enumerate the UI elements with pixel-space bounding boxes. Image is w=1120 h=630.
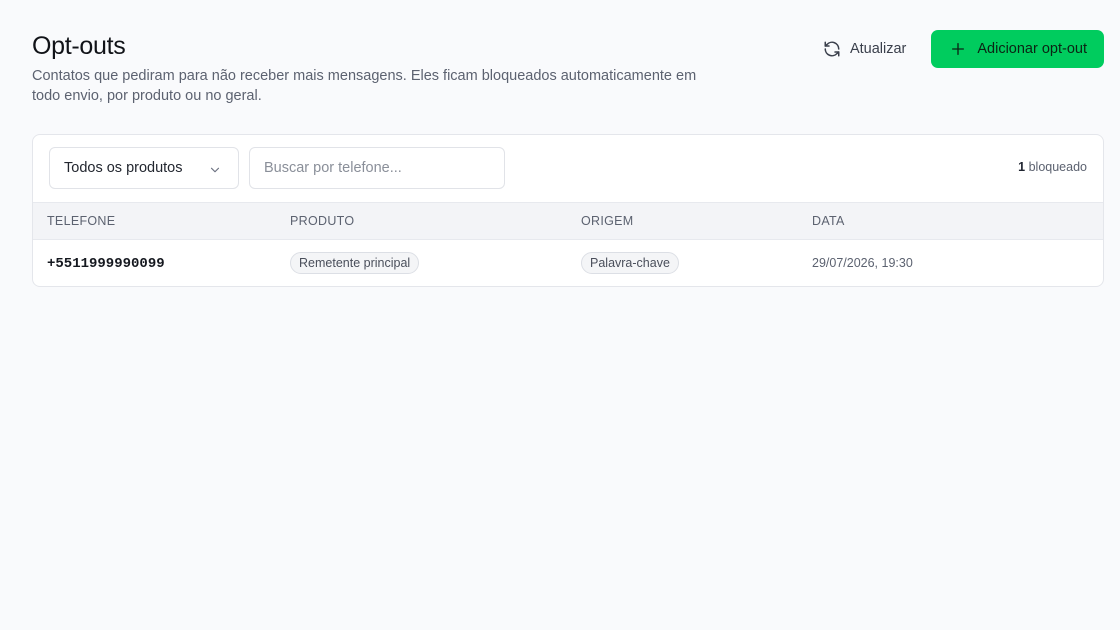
page-header: Opt-outs Contatos que pediram para não r… <box>32 30 712 106</box>
product-cell: Remetente principal <box>290 239 581 286</box>
phone-search-input[interactable] <box>249 147 505 189</box>
blocked-count-number: 1 <box>1018 160 1026 174</box>
date-cell: 29/07/2026, 19:30 <box>812 239 1103 286</box>
phone-number: +5511999990099 <box>47 256 165 272</box>
opt-outs-table: TELEFONE PRODUTO ORIGEM DATA +5511999990… <box>33 202 1103 286</box>
product-select-value: Todos os produtos <box>64 160 183 176</box>
column-header-date: DATA <box>812 202 1103 240</box>
plus-icon <box>949 40 967 58</box>
column-header-origin: ORIGEM <box>581 202 812 240</box>
page-description: Contatos que pediram para não receber ma… <box>32 68 697 104</box>
date-value: 29/07/2026, 19:30 <box>812 256 913 270</box>
refresh-button-label: Atualizar <box>849 41 907 57</box>
add-opt-out-button[interactable]: Adicionar opt-out <box>931 30 1104 68</box>
column-header-phone: TELEFONE <box>33 202 290 240</box>
phone-cell: +5511999990099 <box>33 239 290 286</box>
column-header-product: PRODUTO <box>290 202 581 240</box>
blocked-count-label: bloqueado <box>1028 160 1087 174</box>
table-row[interactable]: +5511999990099 Remetente principal Palav… <box>33 239 1103 286</box>
header-actions: Atualizar Adicionar opt-out <box>806 30 1104 68</box>
filter-toolbar: Todos os produtos 1 bloqueado <box>33 135 1103 202</box>
add-opt-out-button-label: Adicionar opt-out <box>977 41 1087 57</box>
chevron-down-icon <box>206 161 224 179</box>
product-select[interactable]: Todos os produtos <box>49 147 239 189</box>
blocked-count: 1 bloqueado <box>1018 160 1087 174</box>
product-badge: Remetente principal <box>290 252 420 274</box>
refresh-button[interactable]: Atualizar <box>806 30 923 68</box>
page-title: Opt-outs <box>32 32 126 60</box>
table-header-row: TELEFONE PRODUTO ORIGEM DATA <box>33 202 1103 240</box>
origin-badge: Palavra-chave <box>581 252 679 274</box>
origin-cell: Palavra-chave <box>581 239 812 286</box>
opt-outs-panel: Todos os produtos 1 bloqueado TELEFONE P… <box>32 134 1104 287</box>
refresh-icon <box>823 40 841 58</box>
